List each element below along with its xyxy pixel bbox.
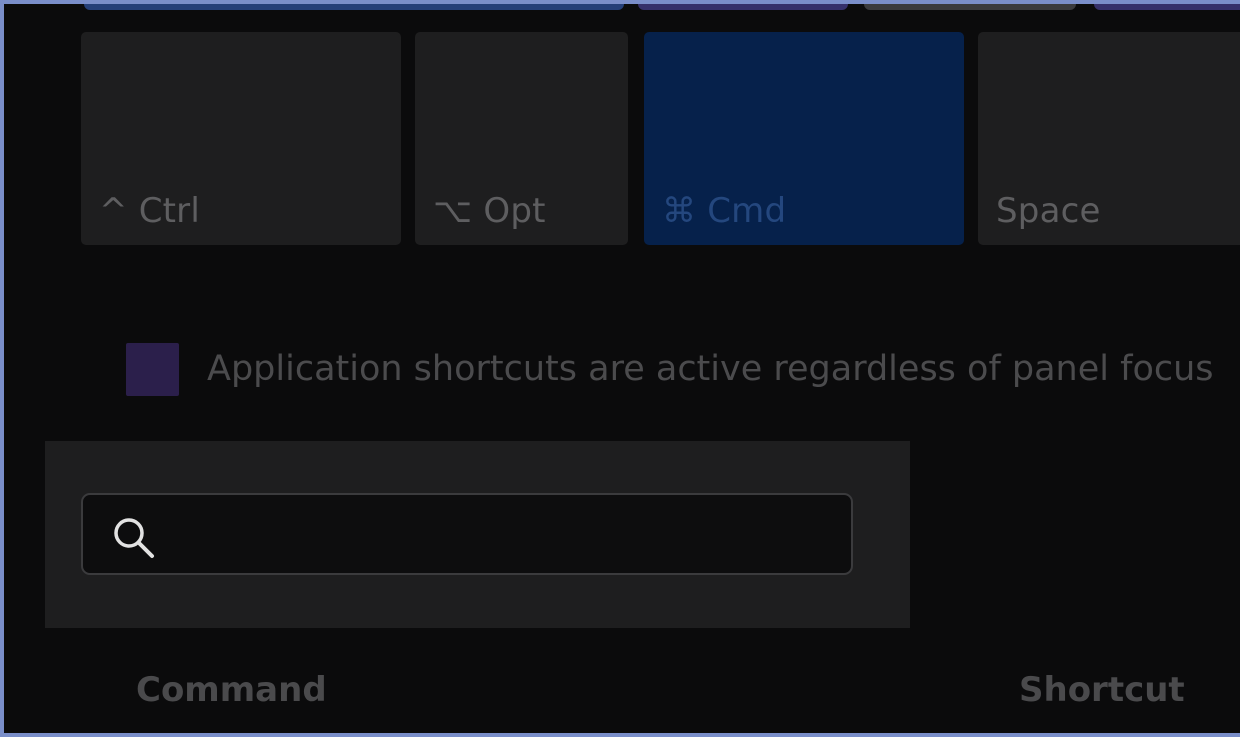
app-shortcuts-checkbox[interactable]: [126, 342, 179, 396]
search-input[interactable]: [173, 505, 837, 565]
key-ctrl[interactable]: ^ Ctrl: [81, 32, 401, 245]
key-space[interactable]: Space: [978, 32, 1240, 245]
column-header-command[interactable]: Command: [136, 670, 327, 710]
key-opt-label: ⌥ Opt: [433, 191, 546, 231]
key-cmd[interactable]: ⌘ Cmd: [644, 32, 964, 245]
key-ctrl-label: ^ Ctrl: [99, 191, 200, 231]
top-key-edge-1: [84, 4, 624, 10]
top-key-edge-4: [1094, 4, 1240, 10]
key-space-label: Space: [996, 191, 1101, 231]
app-shortcuts-label: Application shortcuts are active regardl…: [207, 349, 1214, 389]
column-header-shortcut[interactable]: Shortcut: [1019, 670, 1185, 710]
key-opt[interactable]: ⌥ Opt: [415, 32, 628, 245]
top-key-edge-2: [638, 4, 848, 10]
app-shortcuts-option[interactable]: Application shortcuts are active regardl…: [126, 340, 1214, 398]
search-panel: [45, 441, 910, 628]
search-box[interactable]: [81, 493, 853, 575]
keyboard-shortcuts-window: ^ Ctrl ⌥ Opt ⌘ Cmd Space Application sho…: [0, 0, 1240, 737]
top-key-edge-3: [864, 4, 1076, 10]
key-cmd-label: ⌘ Cmd: [662, 191, 787, 231]
search-icon: [114, 518, 154, 558]
